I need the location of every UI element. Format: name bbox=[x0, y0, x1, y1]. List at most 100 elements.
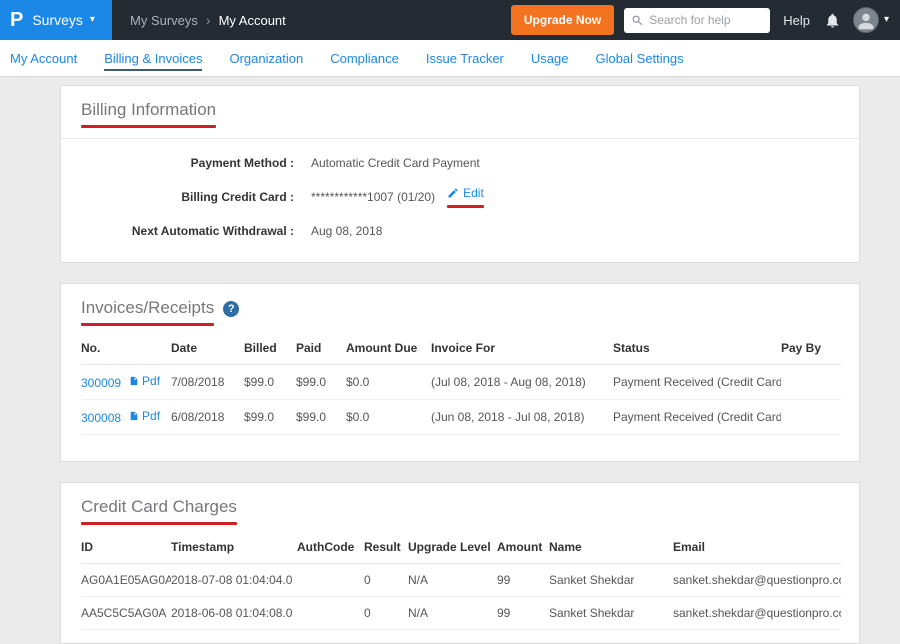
col-authcode: AuthCode bbox=[297, 531, 364, 564]
col-invoice-for: Invoice For bbox=[431, 332, 613, 365]
help-icon[interactable]: ? bbox=[223, 301, 239, 317]
table-row: AG0A1E05AG0A 2018-07-08 01:04:04.0 0 N/A… bbox=[81, 564, 841, 597]
invoice-for-cell: (Jun 08, 2018 - Jul 08, 2018) bbox=[431, 400, 613, 435]
billing-information-title: Billing Information bbox=[81, 100, 216, 119]
invoices-title-wrap: Invoices/Receipts bbox=[81, 298, 214, 326]
invoice-status-cell: Payment Received (Credit Card) bbox=[613, 365, 781, 400]
tab-usage[interactable]: Usage bbox=[531, 51, 569, 66]
col-date: Date bbox=[171, 332, 244, 365]
charge-email-cell: sanket.shekdar@questionpro.com bbox=[673, 597, 841, 630]
charges-table: ID Timestamp AuthCode Result Upgrade Lev… bbox=[81, 531, 841, 630]
tab-global-settings[interactable]: Global Settings bbox=[595, 51, 683, 66]
col-paid: Paid bbox=[296, 332, 346, 365]
annotation-underline bbox=[81, 522, 237, 525]
invoice-pdf-link[interactable]: Pdf bbox=[129, 374, 160, 388]
top-bar: P Surveys ▾ My Surveys › My Account Upgr… bbox=[0, 0, 900, 40]
invoice-status-cell: Payment Received (Credit Card) bbox=[613, 400, 781, 435]
invoice-amount-due-cell: $0.0 bbox=[346, 365, 431, 400]
table-row: AA5C5C5AG0A 2018-06-08 01:04:08.0 0 N/A … bbox=[81, 597, 841, 630]
col-status: Status bbox=[613, 332, 781, 365]
tab-issue-tracker[interactable]: Issue Tracker bbox=[426, 51, 504, 66]
annotation-underline bbox=[81, 323, 214, 326]
chevron-down-icon: ▾ bbox=[90, 15, 95, 25]
charge-result-cell: 0 bbox=[364, 564, 408, 597]
billing-credit-card-row: Billing Credit Card : ************1007 (… bbox=[81, 178, 839, 216]
billing-credit-card-label: Billing Credit Card : bbox=[81, 190, 294, 204]
col-amount: Amount bbox=[497, 531, 549, 564]
invoice-no-cell: 300008 Pdf bbox=[81, 400, 171, 435]
invoice-pay-by-cell bbox=[781, 365, 841, 400]
chevron-down-icon: ▾ bbox=[884, 15, 889, 25]
breadcrumb-my-account: My Account bbox=[219, 13, 286, 28]
breadcrumb: My Surveys › My Account bbox=[130, 12, 286, 28]
app-menu-label: Surveys bbox=[32, 12, 83, 28]
tab-organization[interactable]: Organization bbox=[229, 51, 303, 66]
invoices-header-row: No. Date Billed Paid Amount Due Invoice … bbox=[81, 332, 841, 365]
edit-credit-card-link[interactable]: Edit bbox=[447, 186, 484, 200]
search-input[interactable] bbox=[624, 8, 770, 33]
charge-upgrade-level-cell: N/A bbox=[408, 564, 497, 597]
annotation-underline bbox=[447, 205, 484, 208]
avatar bbox=[853, 7, 879, 33]
breadcrumb-separator-icon: › bbox=[206, 12, 211, 28]
charge-upgrade-level-cell: N/A bbox=[408, 597, 497, 630]
payment-method-row: Payment Method : Automatic Credit Card P… bbox=[81, 148, 839, 178]
col-timestamp: Timestamp bbox=[171, 531, 297, 564]
col-pay-by: Pay By bbox=[781, 332, 841, 365]
invoice-pdf-link[interactable]: Pdf bbox=[129, 409, 160, 423]
charge-name-cell: Sanket Shekdar bbox=[549, 597, 673, 630]
invoice-number-link[interactable]: 300009 bbox=[81, 376, 121, 390]
help-search bbox=[624, 8, 770, 33]
invoice-number-link[interactable]: 300008 bbox=[81, 411, 121, 425]
charge-timestamp-cell: 2018-07-08 01:04:04.0 bbox=[171, 564, 297, 597]
col-amount-due: Amount Due bbox=[346, 332, 431, 365]
tab-my-account[interactable]: My Account bbox=[10, 51, 77, 66]
next-withdrawal-label: Next Automatic Withdrawal : bbox=[81, 224, 294, 238]
invoice-paid-cell: $99.0 bbox=[296, 365, 346, 400]
charge-name-cell: Sanket Shekdar bbox=[549, 564, 673, 597]
credit-card-charges-card: Credit Card Charges ID Timestamp AuthCod… bbox=[60, 482, 860, 644]
tab-billing-invoices[interactable]: Billing & Invoices bbox=[104, 51, 202, 66]
invoices-table: No. Date Billed Paid Amount Due Invoice … bbox=[81, 332, 841, 435]
table-row: 300008Pdf 6/08/2018 $99.0 $99.0 $0.0 (Ju… bbox=[81, 400, 841, 435]
invoice-date-cell: 6/08/2018 bbox=[171, 400, 244, 435]
edit-pencil-icon bbox=[447, 187, 459, 199]
invoice-date-cell: 7/08/2018 bbox=[171, 365, 244, 400]
billing-information-title-wrap: Billing Information bbox=[81, 100, 216, 128]
invoice-billed-cell: $99.0 bbox=[244, 365, 296, 400]
next-withdrawal-value: Aug 08, 2018 bbox=[311, 224, 382, 238]
invoice-billed-cell: $99.0 bbox=[244, 400, 296, 435]
invoice-no-cell: 300009 Pdf bbox=[81, 365, 171, 400]
col-name: Name bbox=[549, 531, 673, 564]
invoice-amount-due-cell: $0.0 bbox=[346, 400, 431, 435]
billing-credit-card-value: ************1007 (01/20) bbox=[311, 190, 435, 204]
account-menu[interactable]: ▾ bbox=[853, 7, 889, 33]
payment-method-label: Payment Method : bbox=[81, 156, 294, 170]
charge-timestamp-cell: 2018-06-08 01:04:08.0 bbox=[171, 597, 297, 630]
app-switcher-surveys[interactable]: P Surveys ▾ bbox=[0, 0, 112, 40]
pdf-file-icon bbox=[129, 410, 139, 422]
tab-compliance[interactable]: Compliance bbox=[330, 51, 399, 66]
col-result: Result bbox=[364, 531, 408, 564]
charge-amount-cell: 99 bbox=[497, 564, 549, 597]
notifications-bell-icon[interactable] bbox=[824, 12, 841, 29]
upgrade-now-button[interactable]: Upgrade Now bbox=[511, 5, 614, 35]
help-link[interactable]: Help bbox=[783, 13, 810, 28]
pdf-file-icon bbox=[129, 375, 139, 387]
charges-title-wrap: Credit Card Charges bbox=[81, 497, 237, 525]
invoices-title: Invoices/Receipts bbox=[81, 298, 214, 317]
col-upgrade-level: Upgrade Level bbox=[408, 531, 497, 564]
charge-id-cell: AG0A1E05AG0A bbox=[81, 564, 171, 597]
invoice-for-cell: (Jul 08, 2018 - Aug 08, 2018) bbox=[431, 365, 613, 400]
col-no: No. bbox=[81, 332, 171, 365]
invoice-pay-by-cell bbox=[781, 400, 841, 435]
col-email: Email bbox=[673, 531, 841, 564]
charges-title: Credit Card Charges bbox=[81, 497, 237, 516]
account-nav: My Account Billing & Invoices Organizati… bbox=[0, 40, 900, 77]
charges-header-row: ID Timestamp AuthCode Result Upgrade Lev… bbox=[81, 531, 841, 564]
annotation-underline bbox=[81, 125, 216, 128]
next-withdrawal-row: Next Automatic Withdrawal : Aug 08, 2018 bbox=[81, 216, 839, 246]
breadcrumb-my-surveys[interactable]: My Surveys bbox=[130, 13, 198, 28]
search-icon bbox=[631, 14, 644, 27]
table-row: 300009 Pdf 7/08/2018 $99.0 $99.0 $0.0 (Ju… bbox=[81, 365, 841, 400]
